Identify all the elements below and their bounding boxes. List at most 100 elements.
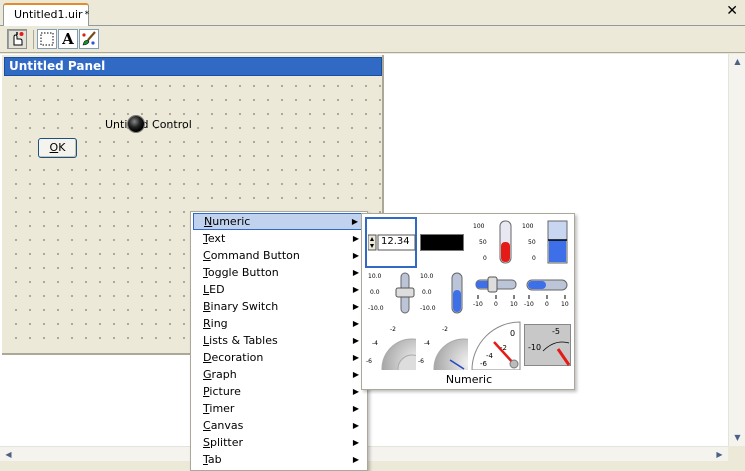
menu-item-label: Timer	[203, 402, 235, 415]
menu-item-label: Tab	[203, 453, 222, 466]
menu-item-led[interactable]: LED ▶	[191, 281, 367, 298]
menu-item-ring[interactable]: Ring ▶	[191, 315, 367, 332]
scroll-down-icon[interactable]: ▼	[729, 430, 745, 445]
menu-item-tab[interactable]: Tab ▶	[191, 451, 367, 468]
palette-tank-red[interactable]: 100 50 0	[473, 220, 515, 264]
palette-vertical-slider[interactable]: 10.0 0.0 -10.0	[368, 272, 416, 316]
tab-dirty-mark: *	[84, 10, 90, 20]
document-tab-strip: Untitled1.uir * ✕	[0, 0, 745, 26]
scroll-up-icon[interactable]: ▲	[729, 54, 745, 69]
menu-item-label: Text	[203, 232, 226, 245]
menu-item-label: Command Button	[203, 249, 300, 262]
menu-item-picture[interactable]: Picture ▶	[191, 383, 367, 400]
submenu-arrow-icon: ▶	[351, 217, 358, 226]
submenu-arrow-icon: ▶	[352, 302, 359, 311]
selection-rect-icon	[40, 32, 54, 46]
tab-untitled1[interactable]: Untitled1.uir *	[3, 3, 89, 26]
control-label[interactable]: Untitled Control	[105, 118, 192, 131]
menu-item-command-button[interactable]: Command Button ▶	[191, 247, 367, 264]
create-control-menu: Numeric ▶ Text ▶ Command Button ▶ Toggle Butto…	[190, 211, 368, 471]
palette-tank-blue[interactable]: 100 50 0	[522, 220, 570, 264]
scrollbar-corner	[728, 446, 745, 461]
menu-item-binary-switch[interactable]: Binary Switch ▶	[191, 298, 367, 315]
palette-caption: Numeric	[445, 373, 493, 386]
submenu-arrow-icon: ▶	[352, 455, 359, 464]
palette-knob[interactable]: -2 -4 -6	[366, 324, 416, 370]
toolbar-separator	[33, 30, 34, 49]
submenu-arrow-icon: ▶	[352, 336, 359, 345]
hfill-tick-mid: 0	[545, 301, 549, 308]
ok-button[interactable]: OK	[38, 138, 77, 158]
led-control[interactable]	[128, 116, 144, 132]
menu-item-decoration[interactable]: Decoration ▶	[191, 349, 367, 366]
menu-item-label: Splitter	[203, 436, 243, 449]
bar-blue-icon	[547, 220, 568, 264]
palette-gauge[interactable]: -5 -10	[524, 324, 571, 366]
meter-tick-4: -4	[486, 352, 493, 360]
operate-tool-button[interactable]	[7, 29, 27, 49]
dial-icon	[433, 338, 468, 370]
vertical-fill-slider-icon	[451, 272, 463, 314]
menu-item-timer[interactable]: Timer ▶	[191, 400, 367, 417]
numeric-palette: 12.34 100 50 0 100 50 0 10.0 0.0 -10.0 1…	[361, 213, 575, 390]
scroll-right-icon[interactable]: ▶	[711, 447, 728, 462]
vertical-slider-icon	[395, 272, 415, 314]
menu-item-label: LED	[203, 283, 225, 296]
palette-meter[interactable]: 0 -2 -4 -6	[470, 320, 522, 370]
meter-tick-2: -2	[500, 344, 507, 352]
color-tool-button[interactable]	[79, 29, 99, 49]
close-icon[interactable]: ✕	[726, 4, 738, 18]
menu-item-canvas[interactable]: Canvas ▶	[191, 417, 367, 434]
menu-item-text[interactable]: Text ▶	[191, 230, 367, 247]
palette-horizontal-slider[interactable]: -10 0 10	[473, 276, 519, 312]
hand-pointer-icon	[13, 32, 24, 46]
palette-horizontal-fill-slider[interactable]: -10 0 10	[524, 276, 570, 312]
hfill-tick-left: -10	[524, 301, 534, 308]
submenu-arrow-icon: ▶	[352, 234, 359, 243]
edit-tool-button[interactable]	[37, 29, 57, 49]
vertical-scrollbar[interactable]: ▲ ▼	[728, 54, 745, 446]
tank-red-icon	[499, 220, 512, 264]
palette-dial[interactable]: -2 -4 -6	[418, 324, 468, 370]
menu-item-label: Toggle Button	[203, 266, 279, 279]
menu-item-label: Lists & Tables	[203, 334, 278, 347]
palette-numeric-control[interactable]: 12.34	[367, 234, 416, 251]
submenu-arrow-icon: ▶	[352, 438, 359, 447]
submenu-arrow-icon: ▶	[352, 353, 359, 362]
menu-item-lists-tables[interactable]: Lists & Tables ▶	[191, 332, 367, 349]
paintbrush-icon	[82, 31, 96, 46]
meter-tick-6: -6	[480, 360, 487, 368]
submenu-arrow-icon: ▶	[352, 251, 359, 260]
scroll-left-icon[interactable]: ◀	[0, 447, 17, 462]
menu-item-graph[interactable]: Graph ▶	[191, 366, 367, 383]
menu-item-label: Picture	[203, 385, 241, 398]
meter-tick-0: 0	[510, 329, 516, 338]
panel-title[interactable]: Untitled Panel	[4, 57, 382, 76]
gauge-icon	[542, 341, 571, 366]
submenu-arrow-icon: ▶	[352, 404, 359, 413]
menu-item-label: Binary Switch	[203, 300, 279, 313]
text-a-icon: A	[62, 29, 74, 48]
knob-icon	[381, 338, 416, 370]
palette-color-numeric[interactable]	[420, 234, 464, 251]
menu-item-label: Graph	[203, 368, 237, 381]
tab-label: Untitled1.uir	[14, 8, 83, 21]
toolbar: A	[0, 26, 745, 53]
menu-item-splitter[interactable]: Splitter ▶	[191, 434, 367, 451]
hslider-tick-mid: 0	[494, 301, 498, 308]
submenu-arrow-icon: ▶	[352, 421, 359, 430]
menu-item-label: Decoration	[203, 351, 264, 364]
palette-vertical-fill-slider[interactable]: 10.0 0.0 -10.0	[420, 272, 468, 316]
submenu-arrow-icon: ▶	[352, 268, 359, 277]
label-tool-button[interactable]: A	[58, 29, 78, 49]
hfill-tick-right: 10	[561, 301, 569, 308]
submenu-arrow-icon: ▶	[352, 370, 359, 379]
menu-item-label: Numeric	[204, 215, 251, 228]
menu-list: Numeric ▶ Text ▶ Command Button ▶ Toggle Butto…	[191, 213, 367, 468]
menu-item-toggle-button[interactable]: Toggle Button ▶	[191, 264, 367, 281]
meter-icon	[471, 321, 521, 370]
submenu-arrow-icon: ▶	[352, 387, 359, 396]
menu-item-numeric[interactable]: Numeric ▶	[193, 213, 365, 230]
submenu-arrow-icon: ▶	[352, 319, 359, 328]
hslider-tick-right: 10	[510, 301, 518, 308]
